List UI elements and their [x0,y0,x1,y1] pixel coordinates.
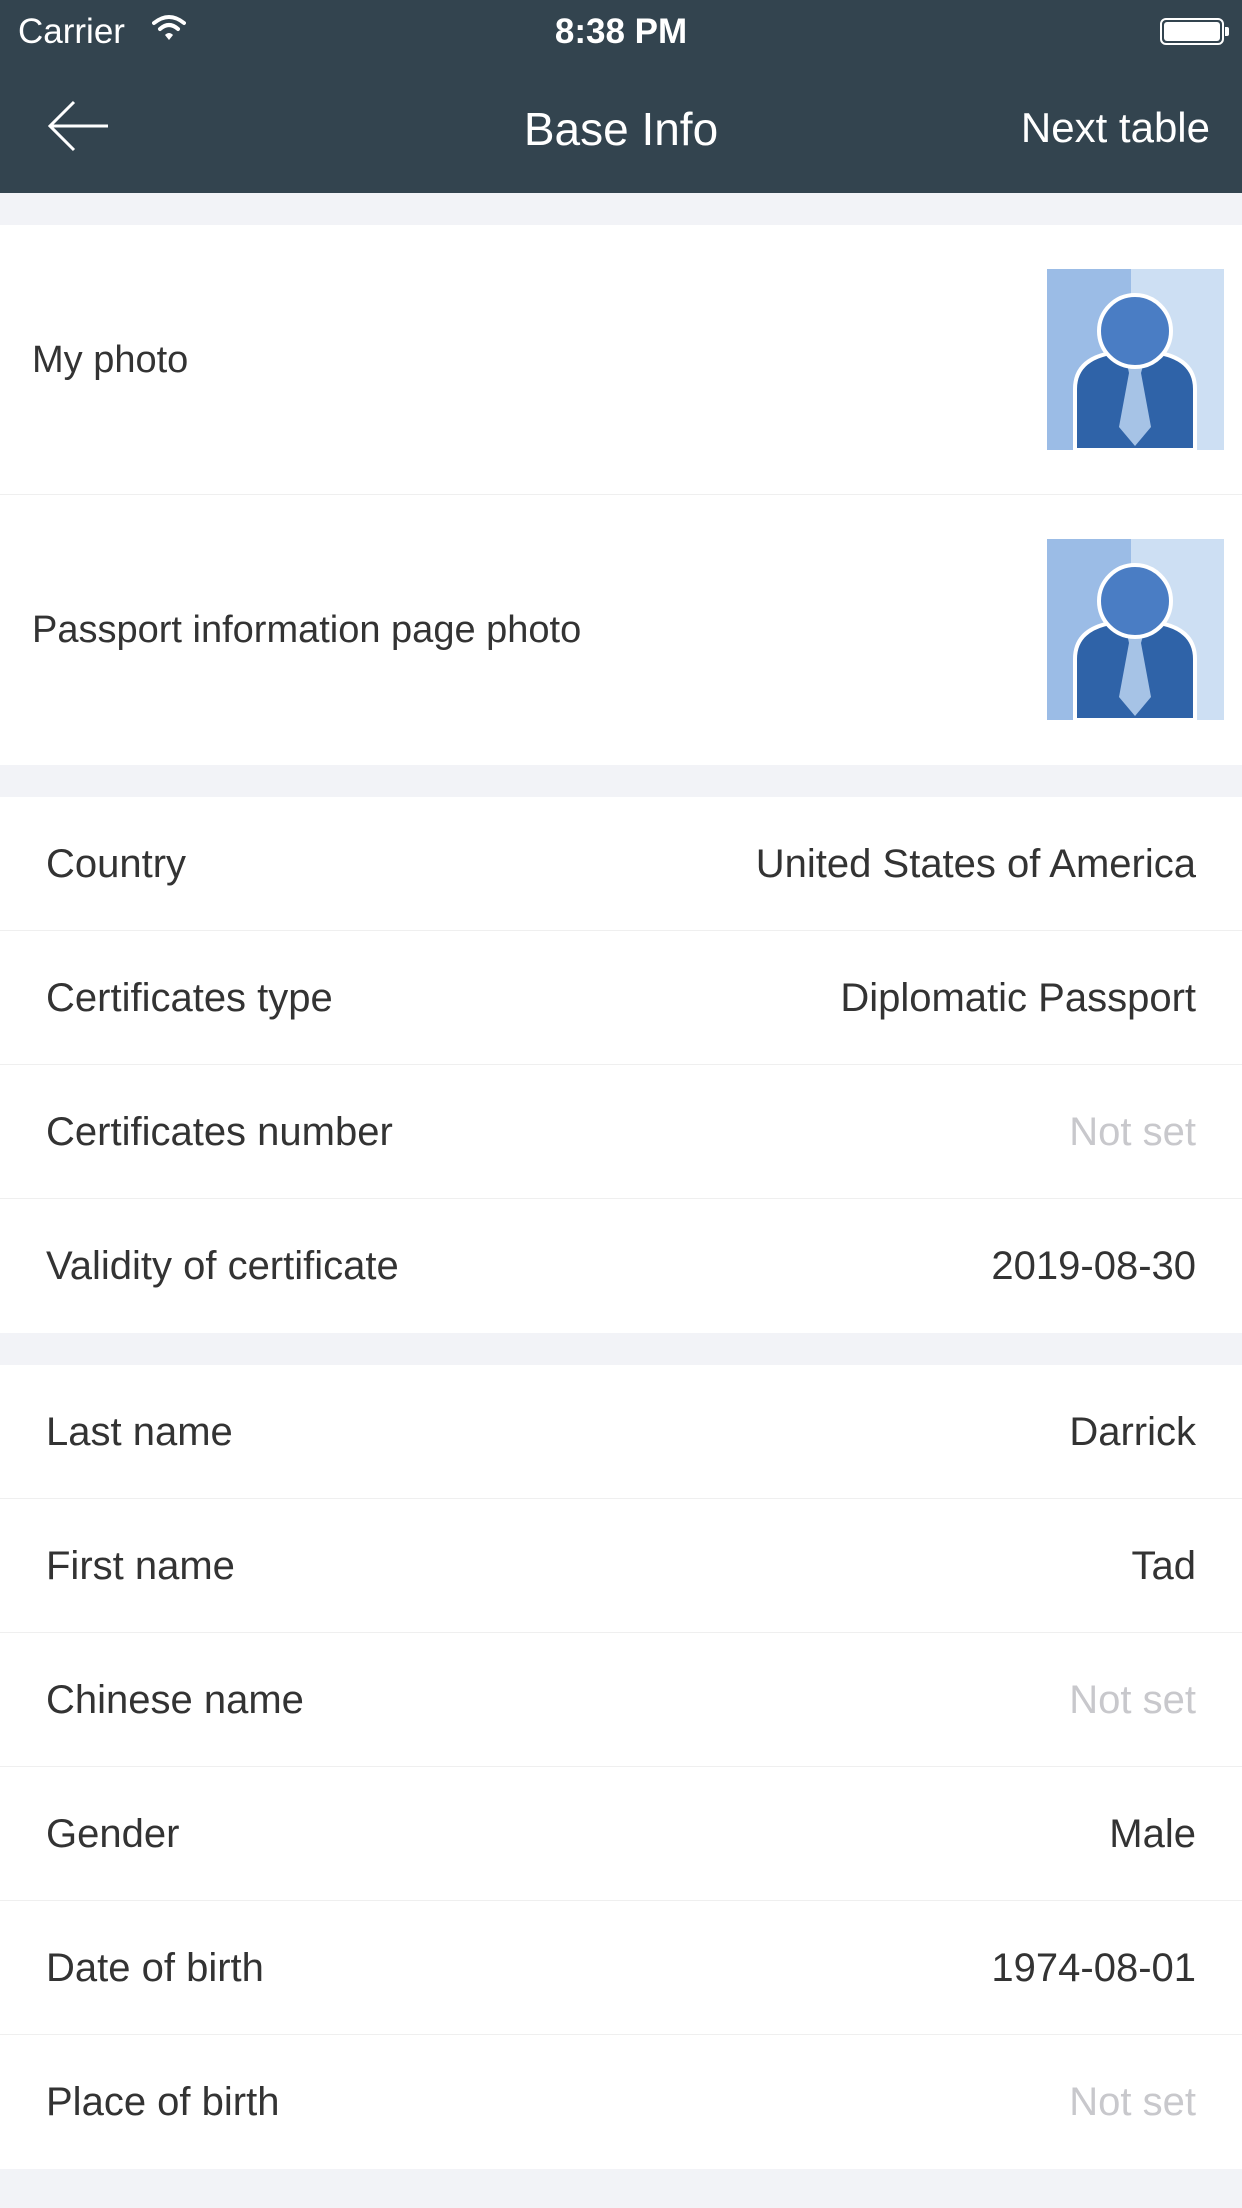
chinese-name-row[interactable]: Chinese name Not set [0,1633,1242,1767]
section-gap [0,765,1242,797]
chinese-name-value: Not set [1069,1678,1196,1722]
photos-section: My photo Passport information page photo [0,225,1242,765]
section-gap [0,1333,1242,1365]
first-name-row[interactable]: First name Tad [0,1499,1242,1633]
first-name-label: First name [46,1544,235,1588]
certificate-section: Country United States of America Certifi… [0,797,1242,1333]
certificates-type-label: Certificates type [46,976,333,1020]
first-name-value: Tad [1131,1544,1197,1588]
nav-bar: Base Info Next table [0,64,1242,193]
avatar-placeholder-icon[interactable] [1047,269,1224,450]
place-of-birth-label: Place of birth [46,2080,280,2124]
certificate-validity-label: Validity of certificate [46,1244,399,1288]
certificate-validity-value: 2019-08-30 [991,1244,1196,1288]
passport-photo-row[interactable]: Passport information page photo [0,495,1242,765]
my-photo-label: My photo [32,339,189,381]
certificates-number-row[interactable]: Certificates number Not set [0,1065,1242,1199]
certificate-validity-row[interactable]: Validity of certificate 2019-08-30 [0,1199,1242,1333]
personal-section: Last name Darrick First name Tad Chinese… [0,1365,1242,2169]
date-of-birth-label: Date of birth [46,1946,264,1990]
passport-photo-label: Passport information page photo [32,609,582,651]
section-gap [0,193,1242,225]
last-name-value: Darrick [1069,1410,1196,1454]
gender-label: Gender [46,1812,180,1856]
battery-icon [1160,18,1229,45]
place-of-birth-row[interactable]: Place of birth Not set [0,2035,1242,2169]
form-content: My photo Passport information page photo [0,193,1242,2169]
certificates-number-value: Not set [1069,1110,1196,1154]
last-name-label: Last name [46,1410,233,1454]
gender-value: Male [1109,1812,1196,1856]
last-name-row[interactable]: Last name Darrick [0,1365,1242,1499]
header: Carrier 8:38 PM Base Info Next table [0,0,1242,193]
status-bar: Carrier 8:38 PM [0,0,1242,64]
certificates-type-row[interactable]: Certificates type Diplomatic Passport [0,931,1242,1065]
country-row[interactable]: Country United States of America [0,797,1242,931]
my-photo-row[interactable]: My photo [0,225,1242,495]
country-label: Country [46,842,187,886]
next-table-button[interactable]: Next table [1021,104,1210,152]
country-value: United States of America [755,842,1196,886]
certificates-number-label: Certificates number [46,1110,393,1154]
avatar-placeholder-icon[interactable] [1047,539,1224,720]
chinese-name-label: Chinese name [46,1678,304,1722]
status-time: 8:38 PM [554,12,688,51]
gender-row[interactable]: Gender Male [0,1767,1242,1901]
certificates-type-value: Diplomatic Passport [840,976,1196,1020]
date-of-birth-value: 1974-08-01 [991,1946,1196,1990]
date-of-birth-row[interactable]: Date of birth 1974-08-01 [0,1901,1242,2035]
place-of-birth-value: Not set [1069,2080,1196,2124]
